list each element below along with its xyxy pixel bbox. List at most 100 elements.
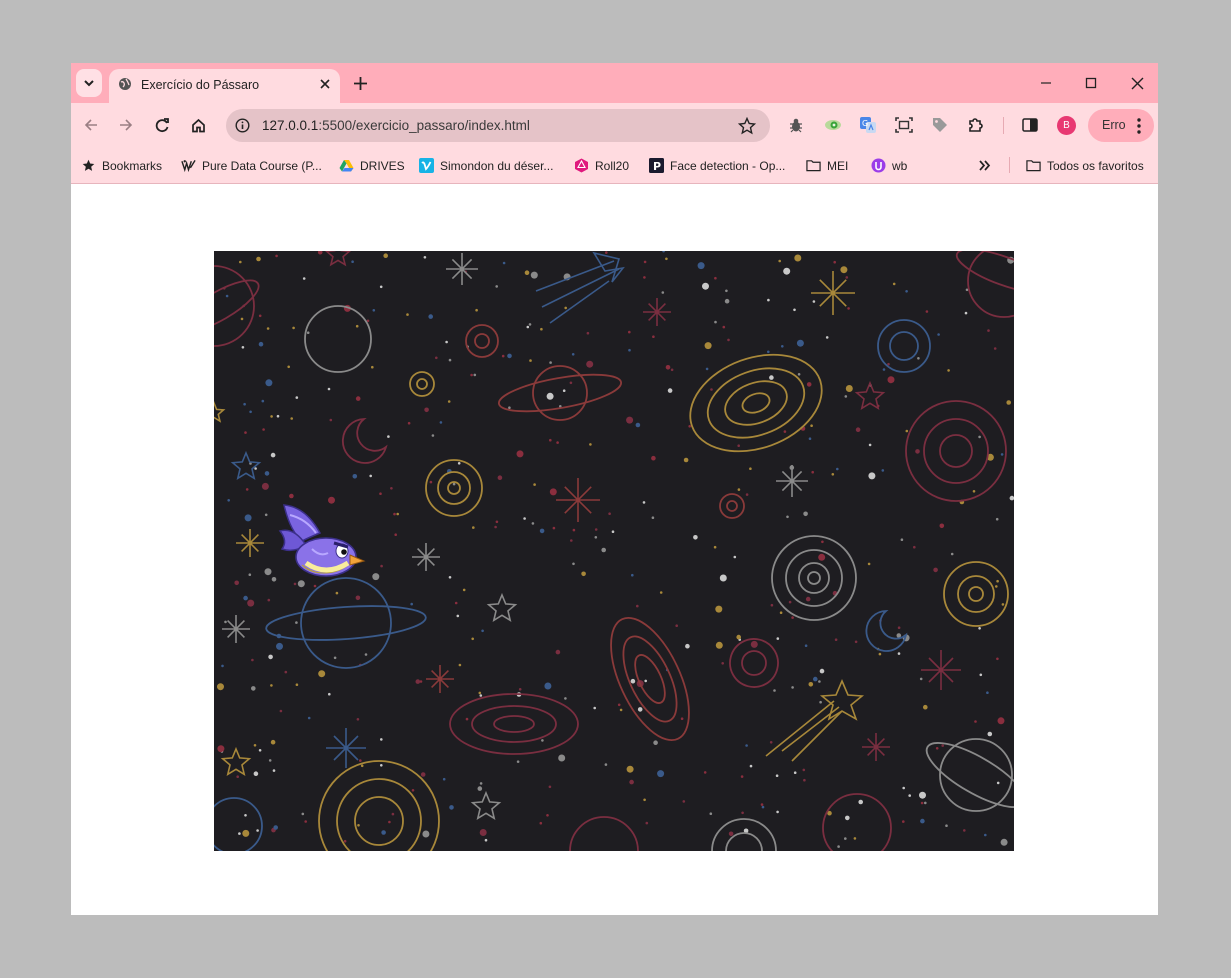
star-dot <box>855 427 861 432</box>
star-dot <box>261 399 265 403</box>
star-dot <box>364 653 368 656</box>
star-dot <box>452 482 456 486</box>
star-dot <box>769 375 774 380</box>
star-dot <box>381 830 386 835</box>
forward-button[interactable] <box>115 114 137 136</box>
star-dot <box>868 443 872 447</box>
star-dot <box>630 678 636 684</box>
tag-icon <box>933 118 947 132</box>
chevron-down-icon <box>84 80 94 87</box>
address-bar[interactable]: 127.0.0.1:5500/exercicio_passaro/index.h… <box>226 109 770 142</box>
side-panel-button[interactable] <box>1020 115 1040 135</box>
reload-button[interactable] <box>151 114 173 136</box>
star-dot <box>923 704 928 710</box>
star-dot <box>760 803 764 806</box>
bookmarks-overflow-button[interactable] <box>979 157 991 174</box>
star-dot <box>749 764 753 768</box>
bookmark-item-drives[interactable]: DRIVES <box>339 157 405 174</box>
tab-search-button[interactable] <box>76 69 102 97</box>
extension-green-eye-button[interactable] <box>823 115 843 135</box>
game-canvas[interactable] <box>214 251 1014 851</box>
sparkle-doodle <box>556 478 600 522</box>
extension-translate-button[interactable]: G <box>858 115 878 135</box>
tab-close-button[interactable] <box>316 75 334 93</box>
star-dot <box>530 271 538 279</box>
star-dot <box>244 514 252 522</box>
side-panel-icon <box>1022 118 1038 132</box>
star-dot <box>715 605 723 613</box>
star-dot <box>481 629 484 633</box>
star-dot <box>541 739 544 742</box>
star-dot <box>693 535 698 540</box>
star-dot <box>552 526 556 530</box>
active-tab[interactable]: Exercício do Pássaro <box>109 69 340 103</box>
extension-screenshot-button[interactable] <box>894 115 914 135</box>
star-dot <box>974 720 977 723</box>
eye-extension-icon <box>825 120 841 130</box>
close-icon <box>320 79 330 89</box>
maximize-button[interactable] <box>1079 71 1103 95</box>
close-window-button[interactable] <box>1125 71 1149 95</box>
star-dot <box>628 348 631 352</box>
bookmark-item-bookmarks[interactable]: Bookmarks <box>81 157 162 174</box>
star-dot <box>581 571 586 577</box>
star-dot <box>670 368 674 372</box>
star-dot <box>709 812 713 815</box>
star-dot <box>239 260 242 264</box>
star-dot <box>262 428 265 431</box>
star-dot <box>268 654 273 660</box>
star-dot <box>819 700 822 704</box>
star-dot <box>302 277 306 280</box>
star-dot <box>867 562 871 566</box>
minimize-button[interactable] <box>1034 71 1058 95</box>
star-dot <box>569 381 573 385</box>
star-dot <box>589 443 592 446</box>
star-dot <box>258 749 262 752</box>
site-info-icon[interactable] <box>235 118 250 133</box>
star-dot <box>301 812 305 816</box>
all-bookmarks-folder[interactable]: Todos os favoritos <box>1026 157 1144 174</box>
back-button[interactable] <box>80 114 102 136</box>
star-dot <box>267 598 271 602</box>
star-dot <box>680 717 684 720</box>
home-button[interactable] <box>187 114 209 136</box>
title-bar: Exercício do Pássaro <box>71 63 1158 103</box>
star-dot <box>601 547 606 553</box>
star-dot <box>256 829 259 832</box>
star-dot <box>470 373 473 377</box>
star-dot <box>821 540 824 544</box>
star-dot <box>355 324 359 328</box>
star-dot <box>902 786 905 790</box>
star-dot <box>767 350 770 354</box>
bookmark-item-roll20[interactable]: Roll20 <box>574 157 629 174</box>
star-dot <box>549 361 552 364</box>
bookmark-item-simondon[interactable]: Simondon du déser... <box>419 157 553 174</box>
star-dot <box>924 801 927 805</box>
star-dot <box>719 574 727 582</box>
bookmark-item-wb[interactable]: wb <box>871 157 907 174</box>
star-dot <box>783 267 791 275</box>
star-dot <box>327 387 331 391</box>
extensions-button[interactable] <box>966 115 986 135</box>
bookmark-item-pure-data[interactable]: Pure Data Course (P... <box>181 157 322 174</box>
error-button[interactable]: Erro <box>1088 109 1154 142</box>
star-dot <box>471 637 475 641</box>
bookmark-star-icon[interactable] <box>738 117 756 135</box>
star-doodle <box>220 746 252 776</box>
url-text[interactable]: 127.0.0.1:5500/exercicio_passaro/index.h… <box>262 118 530 133</box>
star-dot <box>964 311 968 315</box>
new-tab-button[interactable] <box>350 73 370 93</box>
extension-bug-button[interactable] <box>786 115 806 135</box>
star-dot <box>518 688 522 691</box>
bookmark-item-mei[interactable]: MEI <box>806 157 848 174</box>
extension-tag-button[interactable] <box>930 115 950 135</box>
sparkle-doodle <box>643 298 671 326</box>
star-dot <box>837 845 840 848</box>
profile-avatar[interactable]: B <box>1057 116 1076 135</box>
bookmark-item-face-detection[interactable]: P Face detection - Op... <box>649 157 785 174</box>
star-doodle <box>854 380 886 410</box>
minimize-icon <box>1041 82 1051 84</box>
star-dot <box>825 336 829 339</box>
star-dot <box>371 365 374 369</box>
bookmark-label: wb <box>892 158 908 173</box>
